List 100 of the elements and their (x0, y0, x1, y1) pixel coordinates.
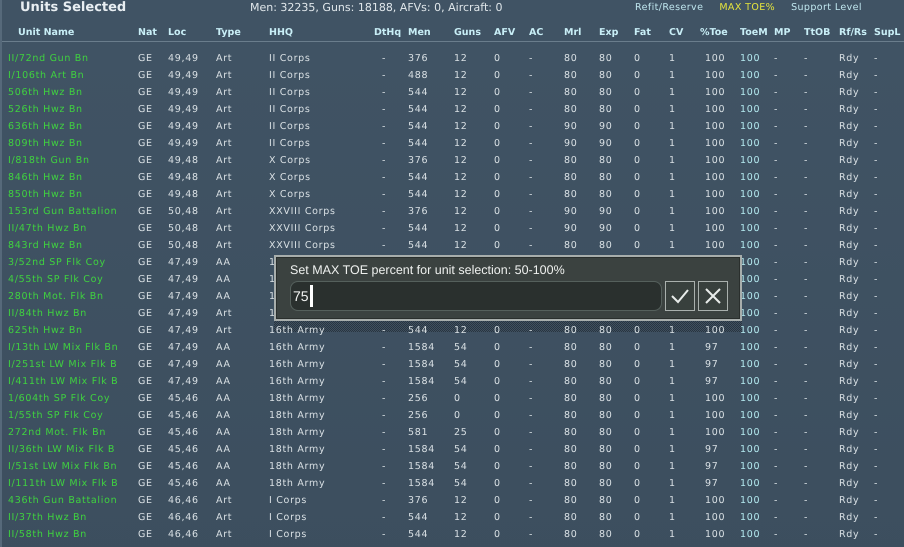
column-header[interactable]: AC (529, 27, 564, 38)
table-cell-text: 100 (704, 155, 726, 166)
unit-name[interactable]: I/106th Art Bn (8, 70, 84, 81)
table-cell: 100 (740, 53, 760, 64)
table-cell: X Corps (269, 189, 311, 200)
unit-name[interactable]: I/51st LW Mix Flk Bn (8, 461, 118, 472)
column-header[interactable]: MP (774, 27, 804, 38)
unit-name[interactable]: 850th Hwz Bn (8, 189, 83, 200)
column-header[interactable]: DtHq (374, 27, 408, 38)
table-cell: I Corps (269, 529, 308, 540)
table-cell: 12 (454, 104, 468, 115)
unit-name[interactable]: II/84th Hwz Bn (8, 308, 87, 319)
column-header[interactable]: TtOB (804, 27, 839, 38)
table-cell: 100 (740, 291, 760, 302)
table-cell: - (804, 172, 808, 183)
column-header[interactable]: ToeM (740, 27, 774, 38)
table-cell: 80 (599, 240, 612, 251)
table-cell: 1 (669, 104, 676, 115)
column-header[interactable]: Guns (454, 27, 494, 38)
unit-name[interactable]: 636th Hwz Bn (8, 121, 83, 132)
table-cell-text: 97 (704, 444, 718, 455)
mode-toggle[interactable]: Support Level (791, 2, 862, 13)
table-cell: 544 (408, 189, 428, 200)
table-cell-text: 100 (704, 70, 726, 81)
table-cell: 18th Army (269, 427, 326, 438)
table-cell: Rdy (839, 342, 860, 353)
column-header[interactable]: Nat (138, 27, 168, 38)
table-cell: 90 (564, 138, 578, 149)
table-cell: - (874, 223, 878, 234)
table-cell-text: 100 (704, 104, 726, 115)
column-header[interactable]: Unit Name (8, 27, 138, 38)
table-cell: GE (138, 376, 153, 387)
unit-name[interactable]: 526th Hwz Bn (8, 104, 83, 115)
unit-name[interactable]: I/13th LW Mix Flk Bn (8, 342, 118, 353)
table-cell: - (804, 342, 808, 353)
unit-name[interactable]: II/37th Hwz Bn (8, 512, 87, 523)
unit-name[interactable]: II/72nd Gun Bn (8, 53, 89, 64)
table-cell: - (774, 478, 778, 489)
table-cell: - (874, 291, 878, 302)
unit-name[interactable]: 272nd Mot. Flk Bn (8, 427, 106, 438)
table-cell: 256 (408, 410, 428, 421)
table-cell: 80 (564, 325, 578, 336)
close-button[interactable] (698, 281, 728, 311)
table-cell: I Corps (269, 512, 308, 523)
unit-name[interactable]: 436th Gun Battalion (8, 495, 118, 506)
mode-toggle[interactable]: Refit/Reserve (635, 2, 704, 13)
column-header[interactable]: HHQ (269, 27, 374, 38)
unit-name[interactable]: 506th Hwz Bn (8, 87, 83, 98)
table-cell: 1 (669, 325, 676, 336)
table-cell: 0 (634, 172, 641, 183)
table-cell-text: 100 (704, 87, 726, 98)
table-cell: 16th Army (269, 359, 326, 370)
column-header[interactable]: %Toe (700, 27, 740, 38)
table-cell: 0 (494, 87, 501, 98)
input-field[interactable]: 75 (290, 281, 662, 311)
column-header[interactable]: Rf/Rs (839, 27, 874, 38)
unit-name[interactable]: 153rd Gun Battalion (8, 206, 118, 217)
column-header[interactable]: Exp (599, 27, 634, 38)
table-cell: 80 (564, 461, 578, 472)
confirm-button[interactable] (665, 281, 695, 311)
unit-name[interactable]: 809th Hwz Bn (8, 138, 83, 149)
table-cell: 100 (740, 155, 760, 166)
table-cell-text: - (381, 444, 386, 455)
column-header[interactable]: Men (408, 27, 454, 38)
mode-toggle[interactable]: MAX TOE% (719, 2, 776, 13)
table-cell: 80 (599, 104, 612, 115)
column-header[interactable]: Type (216, 27, 269, 38)
unit-name[interactable]: 3/52nd SP Flk Coy (8, 257, 106, 268)
unit-name[interactable]: II/36th LW Mix Flk B (8, 444, 116, 455)
column-header[interactable]: Mrl (564, 27, 599, 38)
table-cell: GE (138, 291, 153, 302)
unit-name[interactable]: II/58th Hwz Bn (8, 529, 87, 540)
unit-name[interactable]: I/251st LW Mix Flk B (8, 359, 118, 370)
column-header[interactable]: SupL (874, 27, 904, 38)
table-cell: 12 (454, 155, 468, 166)
table-cell: 544 (408, 138, 428, 149)
unit-name[interactable]: II/47th Hwz Bn (8, 223, 87, 234)
table-cell-text: - (381, 70, 386, 81)
unit-name[interactable]: 843rd Hwz Bn (8, 240, 83, 251)
unit-name[interactable]: 4/55th SP Flk Coy (8, 274, 104, 285)
table-cell: Art (216, 189, 232, 200)
unit-name[interactable]: I/411th LW Mix Flk B (8, 376, 118, 387)
table-cell: 0 (634, 359, 641, 370)
column-header[interactable]: Fat (634, 27, 669, 38)
column-header[interactable]: AFV (494, 27, 529, 38)
unit-name[interactable]: I/818th Gun Bn (8, 155, 90, 166)
unit-name[interactable]: 280th Mot. Flk Bn (8, 291, 104, 302)
unit-name[interactable]: 1/55th SP Flk Coy (8, 410, 104, 421)
unit-name[interactable]: I/111th LW Mix Flk B (8, 478, 118, 489)
table-cell: - (774, 223, 778, 234)
table-cell-text: 100 (704, 189, 726, 200)
unit-name[interactable]: 846th Hwz Bn (8, 172, 83, 183)
column-header[interactable]: CV (669, 27, 700, 38)
unit-name[interactable]: 625th Hwz Bn (8, 325, 83, 336)
column-header[interactable]: Loc (168, 27, 216, 38)
unit-name[interactable]: 1/604th SP Flk Coy (8, 393, 110, 404)
table-cell: - (529, 529, 534, 540)
table-cell: 376 (408, 206, 428, 217)
table-cell: - (804, 223, 808, 234)
table-cell: - (774, 240, 778, 251)
